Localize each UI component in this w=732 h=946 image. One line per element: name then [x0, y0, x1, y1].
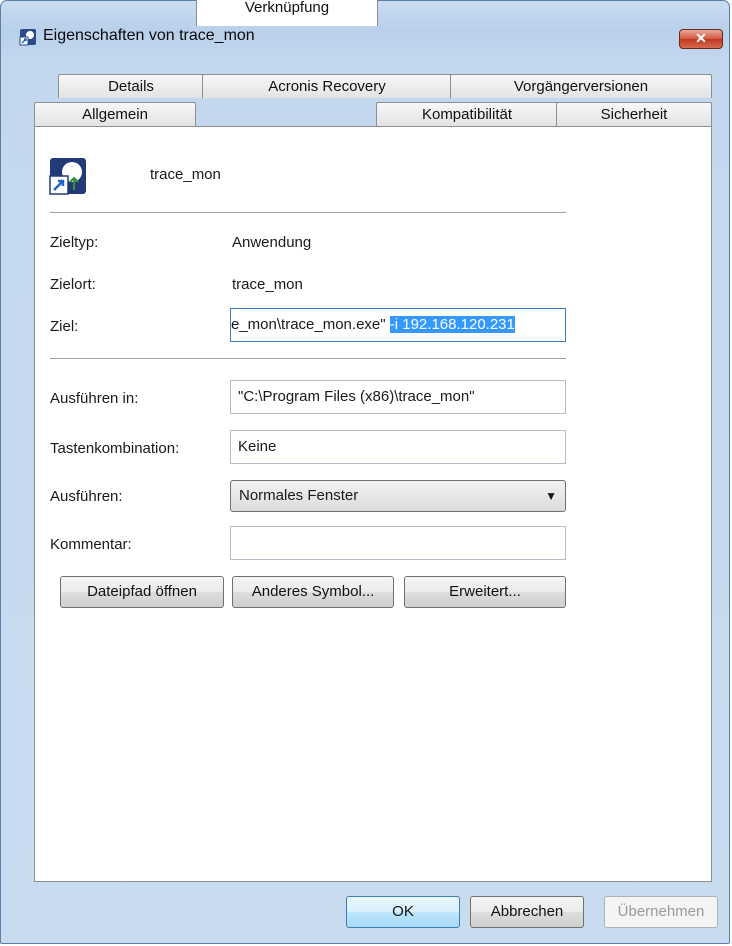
- uebernehmen-button[interactable]: Übernehmen: [604, 896, 718, 928]
- ziel-selected-text: -i 192.168.120.231: [389, 316, 515, 333]
- close-button[interactable]: ✕: [679, 29, 723, 49]
- ausfuehren-label: Ausführen:: [50, 488, 123, 505]
- tab-details[interactable]: Details: [58, 74, 204, 98]
- ziel-text: e_mon\trace_mon.exe": [231, 316, 390, 333]
- shortcut-name: trace_mon: [150, 166, 221, 183]
- app-large-icon: [49, 158, 86, 195]
- tab-vorgaengerversionen[interactable]: Vorgängerversionen: [450, 74, 712, 98]
- zieltyp-label: Zieltyp:: [50, 234, 99, 251]
- tab-acronis-recovery[interactable]: Acronis Recovery: [202, 74, 452, 98]
- tastenkombination-label: Tastenkombination:: [50, 440, 180, 457]
- ziel-input[interactable]: e_mon\trace_mon.exe" -i 192.168.120.231: [230, 308, 566, 342]
- dateipfad-oeffnen-button[interactable]: Dateipfad öffnen: [60, 576, 224, 608]
- abbrechen-button[interactable]: Abbrechen: [470, 896, 584, 928]
- ausfuehren-select[interactable]: Normales Fenster ▼: [230, 480, 566, 512]
- zielort-label: Zielort:: [50, 276, 96, 293]
- kommentar-label: Kommentar:: [50, 536, 132, 553]
- tab-allgemein[interactable]: Allgemein: [34, 102, 196, 126]
- tab-sicherheit[interactable]: Sicherheit: [556, 102, 712, 126]
- window-title: Eigenschaften von trace_mon: [43, 27, 255, 44]
- ok-button[interactable]: OK: [346, 896, 460, 928]
- anderes-symbol-button[interactable]: Anderes Symbol...: [232, 576, 394, 608]
- erweitert-button[interactable]: Erweitert...: [404, 576, 566, 608]
- separator-middle: [50, 358, 566, 360]
- tastenkombination-input[interactable]: Keine: [230, 430, 566, 464]
- shortcut-app-icon: [19, 29, 36, 46]
- tab-verknuepfung[interactable]: Verknüpfung: [196, 0, 378, 26]
- ausfuehren-selected-value: Normales Fenster: [239, 487, 359, 504]
- close-icon: ✕: [695, 30, 707, 46]
- zieltyp-value: Anwendung: [232, 234, 312, 251]
- separator-top: [50, 212, 566, 214]
- tab-kompatibilitaet[interactable]: Kompatibilität: [376, 102, 558, 126]
- kommentar-input[interactable]: [230, 526, 566, 560]
- ausfuehren-in-input[interactable]: "C:\Program Files (x86)\trace_mon": [230, 380, 566, 414]
- ziel-label: Ziel:: [50, 318, 79, 335]
- zielort-value: trace_mon: [232, 276, 303, 293]
- dropdown-arrow-icon: ▼: [545, 489, 557, 503]
- ausfuehren-in-label: Ausführen in:: [50, 390, 139, 407]
